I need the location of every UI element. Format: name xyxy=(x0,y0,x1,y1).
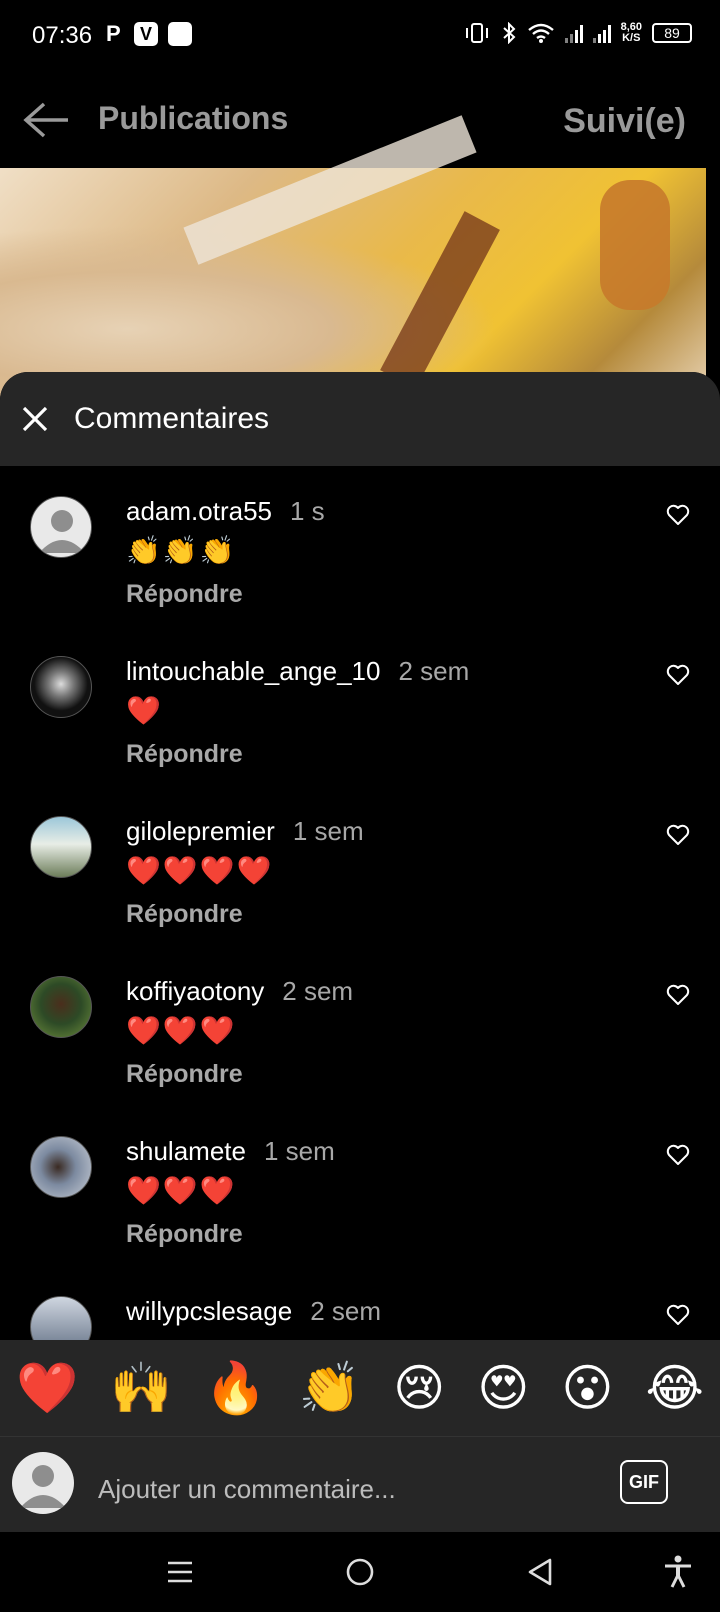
comment-username[interactable]: willypcslesage 2 sem xyxy=(126,1296,381,1327)
comment-username[interactable]: gilolepremier 1 sem xyxy=(126,816,364,847)
default-avatar-icon xyxy=(20,1465,66,1508)
emoji-surprised-button[interactable]: 😮 xyxy=(561,1359,613,1417)
comment-time: 1 s xyxy=(289,496,325,526)
emoji-raising-hands-button[interactable]: 🙌 xyxy=(110,1359,172,1418)
post-image-detail xyxy=(600,180,670,310)
emoji-laughing-button[interactable]: 😂 xyxy=(646,1359,704,1417)
v-app-icon: V xyxy=(134,22,158,46)
emoji-reaction-bar: ❤️ 🙌 🔥 👏 😢 😍 😮 😂 xyxy=(0,1340,720,1436)
page-title: Publications xyxy=(98,100,289,136)
emoji-fire-button[interactable]: 🔥 xyxy=(205,1359,267,1418)
avatar[interactable] xyxy=(30,1136,92,1198)
menu-icon xyxy=(168,1561,192,1583)
comment-username[interactable]: adam.otra55 1 s xyxy=(126,496,325,527)
back-arrow-icon[interactable] xyxy=(22,100,72,140)
like-heart-icon[interactable] xyxy=(666,824,690,846)
comment-time: 2 sem xyxy=(282,976,354,1006)
comment-username[interactable]: shulamete 1 sem xyxy=(126,1136,335,1167)
recent-apps-button[interactable] xyxy=(158,1552,202,1592)
emoji-clap-button[interactable]: 👏 xyxy=(299,1359,361,1418)
comment-item: willypcslesage 2 sem xyxy=(0,1274,720,1340)
status-notification-icons: P V xyxy=(106,21,192,46)
reply-button[interactable]: Répondre xyxy=(126,1060,243,1089)
comment-item: shulamete 1 sem ❤️❤️❤️ Répondre xyxy=(0,1114,720,1278)
comment-username[interactable]: lintouchable_ange_10 2 sem xyxy=(126,656,469,687)
avatar[interactable] xyxy=(30,976,92,1038)
avatar[interactable] xyxy=(30,656,92,718)
white-square-icon xyxy=(168,22,192,46)
reply-button[interactable]: Répondre xyxy=(126,900,243,929)
avatar[interactable] xyxy=(30,1296,92,1340)
accessibility-icon xyxy=(665,1555,691,1588)
home-circle-icon xyxy=(346,1558,374,1586)
comment-time: 2 sem xyxy=(398,656,470,686)
comment-text: ❤️❤️❤️ xyxy=(126,1174,237,1207)
gif-button[interactable]: GIF xyxy=(620,1460,668,1504)
status-time: 07:36 xyxy=(32,22,93,49)
back-button[interactable] xyxy=(518,1552,562,1592)
close-icon[interactable] xyxy=(20,404,50,434)
reply-button[interactable]: Répondre xyxy=(126,740,243,769)
emoji-sad-button[interactable]: 😢 xyxy=(393,1359,445,1417)
comment-username[interactable]: koffiyaotony 2 sem xyxy=(126,976,353,1007)
like-heart-icon[interactable] xyxy=(666,504,690,526)
signal-icon-1 xyxy=(564,23,583,43)
comment-item: gilolepremier 1 sem ❤️❤️❤️❤️ Répondre xyxy=(0,794,720,958)
reply-button[interactable]: Répondre xyxy=(126,580,243,609)
status-system-icons: 8,60 K/S 89 xyxy=(463,22,692,44)
avatar[interactable] xyxy=(30,816,92,878)
comment-time: 2 sem xyxy=(310,1296,381,1326)
home-button[interactable] xyxy=(338,1552,382,1592)
comment-item: adam.otra55 1 s 👏👏👏 Répondre xyxy=(0,474,720,638)
wifi-icon xyxy=(527,23,554,43)
emoji-heart-eyes-button[interactable]: 😍 xyxy=(477,1359,529,1417)
comment-text: ❤️ xyxy=(126,694,163,727)
comment-text: 👏👏👏 xyxy=(126,534,237,567)
signal-icon-2 xyxy=(592,23,611,43)
comment-text: ❤️❤️❤️ xyxy=(126,1014,237,1047)
battery-icon: 89 xyxy=(652,23,692,43)
avatar[interactable] xyxy=(30,496,92,558)
like-heart-icon[interactable] xyxy=(666,1144,690,1166)
accessibility-button[interactable] xyxy=(656,1552,700,1592)
like-heart-icon[interactable] xyxy=(666,984,690,1006)
comments-title: Commentaires xyxy=(74,402,270,435)
comment-time: 1 sem xyxy=(292,816,364,846)
self-avatar xyxy=(12,1452,74,1514)
p-app-icon: P xyxy=(106,21,121,46)
vibrate-icon xyxy=(465,23,488,43)
back-triangle-icon xyxy=(528,1558,552,1586)
reply-button[interactable]: Répondre xyxy=(126,1220,243,1249)
comment-time: 1 sem xyxy=(263,1136,335,1166)
like-heart-icon[interactable] xyxy=(666,664,690,686)
comment-text: ❤️❤️❤️❤️ xyxy=(126,854,274,887)
emoji-heart-button[interactable]: ❤️ xyxy=(16,1359,78,1418)
comment-input[interactable] xyxy=(96,1470,600,1508)
like-heart-icon[interactable] xyxy=(666,1304,690,1326)
comment-item: lintouchable_ange_10 2 sem ❤️ Répondre xyxy=(0,634,720,798)
network-speed: 8,60 K/S xyxy=(620,21,642,44)
default-avatar-icon xyxy=(39,510,85,553)
bluetooth-icon xyxy=(502,22,516,44)
follow-button[interactable]: Suivi(e) xyxy=(563,102,686,141)
comment-item: koffiyaotony 2 sem ❤️❤️❤️ Répondre xyxy=(0,954,720,1118)
